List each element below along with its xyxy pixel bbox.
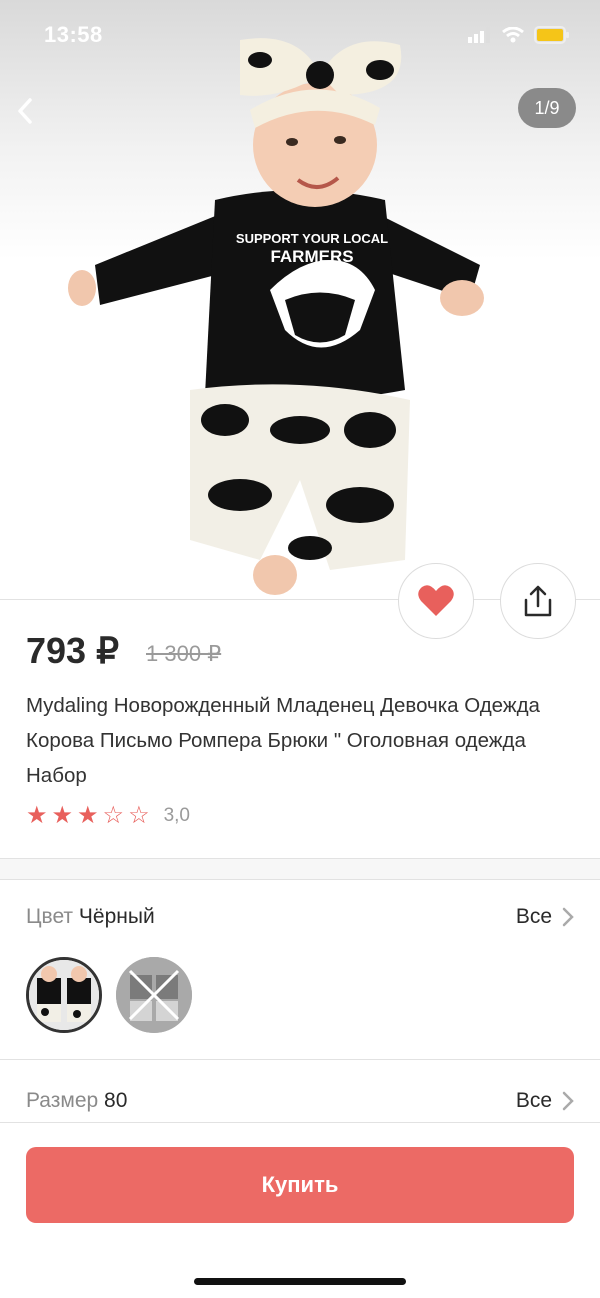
back-icon[interactable] <box>12 96 42 126</box>
buy-button[interactable]: Купить <box>26 1147 574 1223</box>
size-all-link[interactable]: Все <box>516 1089 574 1113</box>
shirt-text-top: SUPPORT YOUR LOCAL <box>236 231 388 246</box>
status-time: 13:58 <box>44 22 103 47</box>
divider <box>0 1122 600 1123</box>
swatch-thumbnail <box>29 960 99 1030</box>
size-option-row[interactable]: Размер 80 Все <box>26 1081 574 1121</box>
image-counter: 1/9 <box>518 88 576 128</box>
share-icon <box>524 585 552 617</box>
product-title: Mydaling Новорожденный Младенец Девочка … <box>26 694 540 787</box>
section-separator <box>0 858 600 880</box>
color-option-row[interactable]: Цвет Чёрный Все <box>26 897 574 937</box>
size-value: 80 <box>104 1089 128 1112</box>
rating-value: 3,0 <box>163 805 190 826</box>
shirt-text-main: FARMERS <box>270 247 353 266</box>
home-indicator[interactable] <box>194 1278 406 1285</box>
old-price: 1 300 ₽ <box>146 641 222 666</box>
color-label-group: Цвет Чёрный <box>26 905 155 929</box>
all-label: Все <box>515 905 552 928</box>
signal-icon <box>468 27 490 43</box>
color-swatch-black[interactable] <box>26 957 102 1033</box>
all-label: Все <box>515 1089 552 1112</box>
star-empty-icon: ☆ <box>102 802 125 829</box>
battery-icon <box>534 26 569 44</box>
swatch-thumbnail-unavailable <box>116 957 192 1033</box>
chevron-right-icon <box>562 1091 574 1111</box>
star-full-icon: ★ <box>77 802 99 829</box>
product-photo: SUPPORT YOUR LOCAL FARMERS <box>68 38 484 595</box>
divider <box>0 1059 600 1060</box>
product-image-gallery[interactable]: SUPPORT YOUR LOCAL FARMERS 13:58 1/9 <box>0 0 600 600</box>
star-empty-icon: ☆ <box>128 802 150 829</box>
chevron-right-icon <box>562 907 574 927</box>
wifi-icon <box>502 27 524 43</box>
star-full-icon: ★ <box>26 802 48 829</box>
favorite-button[interactable] <box>398 563 474 639</box>
color-all-link[interactable]: Все <box>516 905 574 929</box>
star-full-icon: ★ <box>51 802 74 829</box>
rating[interactable]: ★ ★ ★ ☆ ☆ 3,0 <box>26 802 190 830</box>
heart-icon <box>418 585 454 616</box>
share-button[interactable] <box>500 563 576 639</box>
price: 793 ₽ <box>26 630 119 671</box>
size-label-group: Размер 80 <box>26 1089 127 1113</box>
color-swatch-unavailable[interactable] <box>116 957 192 1033</box>
size-label: Размер <box>26 1089 99 1112</box>
color-value: Чёрный <box>78 905 155 928</box>
color-label: Цвет <box>26 905 74 928</box>
status-bar: 13:58 <box>0 20 600 52</box>
